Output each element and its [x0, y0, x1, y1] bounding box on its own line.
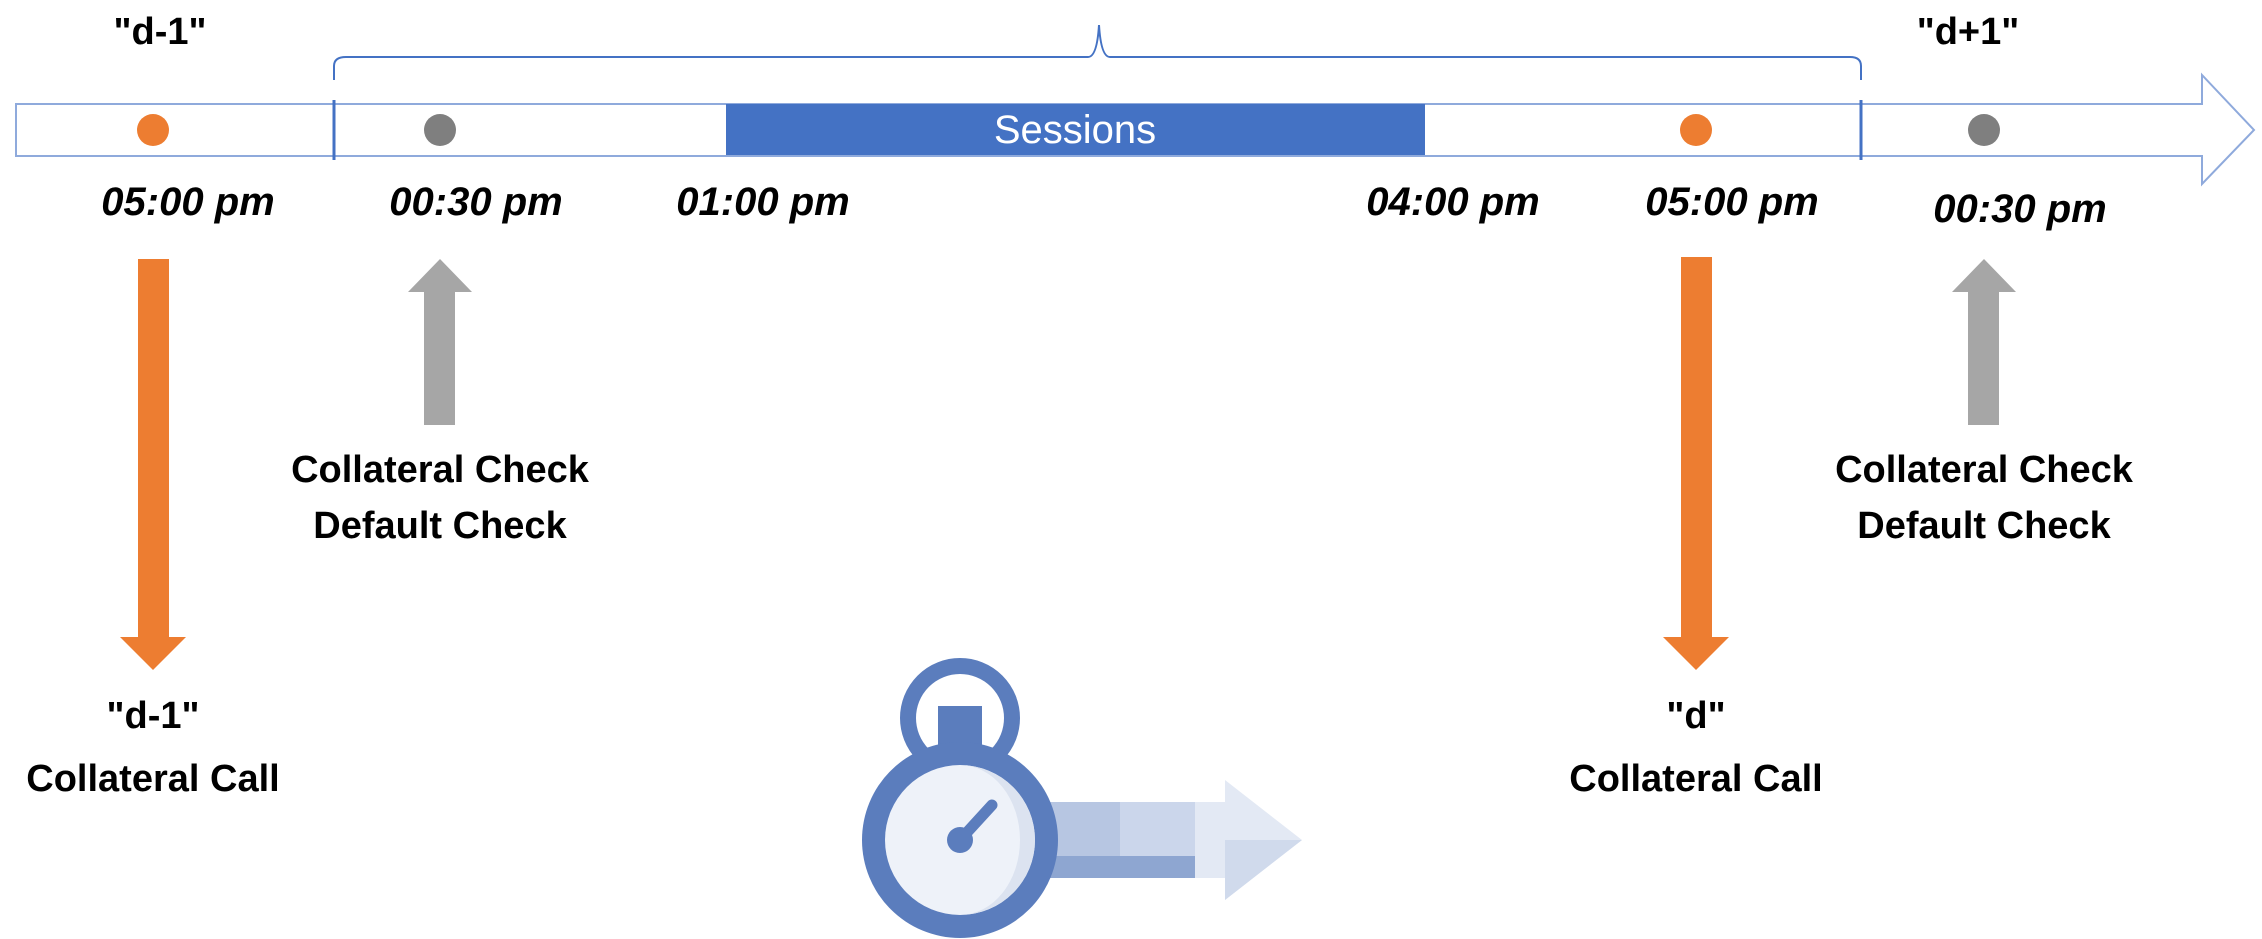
day-label-next: "d+1": [1917, 11, 2020, 53]
stopwatch-icon: [862, 658, 1302, 938]
arrow-check-1: [408, 259, 472, 425]
arrow-check-2: [1952, 259, 2016, 425]
session-window-brace: [333, 24, 1862, 80]
time-label-6: 00:30 pm: [1933, 187, 2106, 231]
timeline-diagram: Sessions "d-1" "d+1" 05:00 pm 00:30 pm 0…: [0, 0, 2262, 939]
sessions-label: Sessions: [994, 108, 1156, 152]
dot-check-2: [1968, 114, 2000, 146]
time-label-1: 05:00 pm: [101, 180, 274, 224]
check-1-line2: Default Check: [313, 505, 567, 547]
dot-call-prev: [137, 114, 169, 146]
time-label-4: 04:00 pm: [1366, 180, 1539, 224]
check-2-line1: Collateral Check: [1835, 449, 2134, 491]
dot-call-d: [1680, 114, 1712, 146]
arrow-call-d: [1663, 257, 1729, 670]
check-2-line2: Default Check: [1857, 505, 2111, 547]
diagram-canvas: Sessions "d-1" "d+1" 05:00 pm 00:30 pm 0…: [15, 11, 2256, 938]
time-label-2: 00:30 pm: [389, 180, 562, 224]
time-label-3: 01:00 pm: [676, 180, 849, 224]
call-prev-day: "d-1": [106, 695, 199, 737]
dot-check-1: [424, 114, 456, 146]
call-d-day: "d": [1666, 695, 1725, 737]
time-label-5: 05:00 pm: [1645, 180, 1818, 224]
call-d-label: Collateral Call: [1569, 758, 1822, 800]
day-label-prev: "d-1": [113, 11, 206, 53]
check-1-line1: Collateral Check: [291, 449, 590, 491]
arrow-call-prev: [120, 259, 186, 670]
call-prev-label: Collateral Call: [26, 758, 279, 800]
